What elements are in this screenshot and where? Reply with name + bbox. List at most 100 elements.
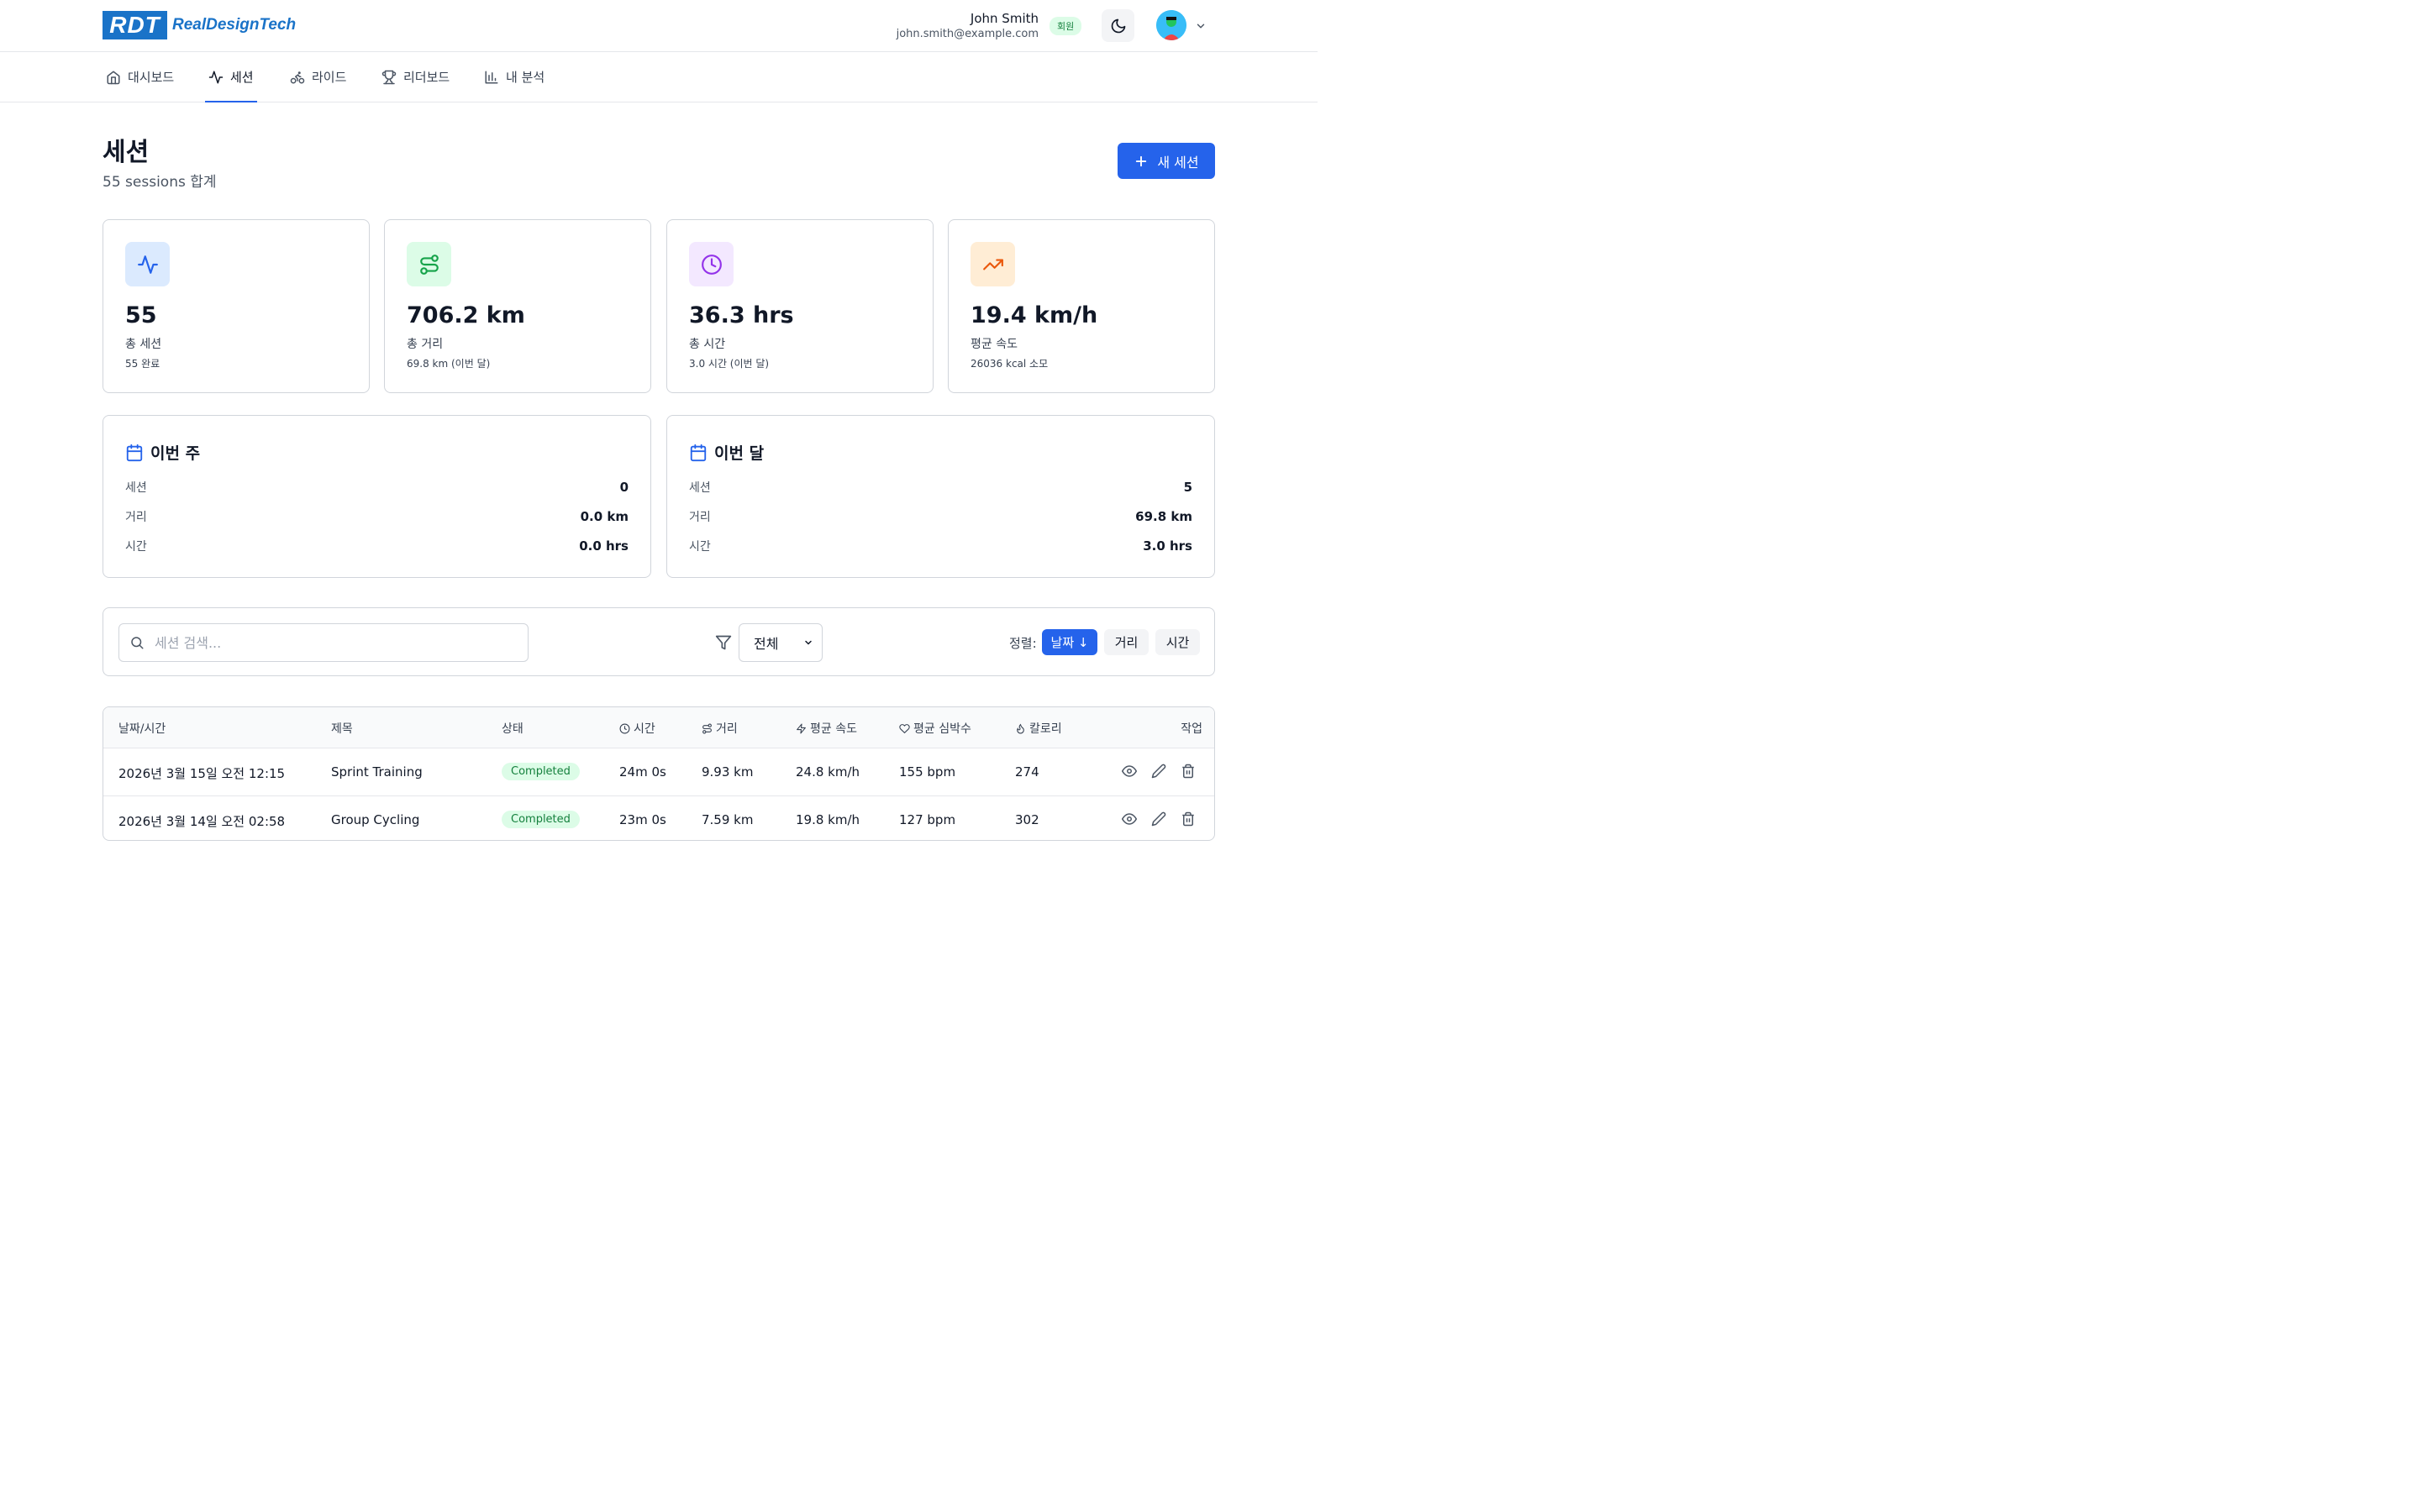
th-label: 평균 심박수 xyxy=(913,722,971,736)
table-row[interactable]: 2026년 3월 15일 오전 12:15 Sprint Training Co… xyxy=(103,748,1214,796)
stat-card-total-time: 36.3 hrs 총 시간 3.0 시간 (이번 달) xyxy=(666,219,934,393)
cell-avg-speed: 19.8 km/h xyxy=(796,812,860,827)
cell-avg-speed: 24.8 km/h xyxy=(796,764,860,780)
new-session-button[interactable]: 새 세션 xyxy=(1118,143,1215,179)
stat-label: 총 시간 xyxy=(689,338,726,351)
cell-time: 24m 0s xyxy=(619,764,666,780)
page-subtitle: 55 sessions 합계 xyxy=(103,174,217,191)
logo-mark: RDT xyxy=(103,11,167,39)
status-badge: Completed xyxy=(502,763,580,780)
stat-label: 총 세션 xyxy=(125,338,162,351)
app-header: RDT RealDesignTech John Smith john.smith… xyxy=(0,0,1318,52)
member-badge: 회원 xyxy=(1050,17,1082,35)
cell-distance: 9.93 km xyxy=(702,764,754,780)
th-label: 칼로리 xyxy=(1029,722,1062,736)
stat-icon-box xyxy=(971,242,1015,286)
row-key: 시간 xyxy=(125,540,147,554)
stat-value: 36.3 hrs xyxy=(689,302,794,328)
heart-icon xyxy=(899,723,910,733)
row-key: 세션 xyxy=(689,481,711,495)
new-session-label: 새 세션 xyxy=(1157,154,1199,171)
trash-icon[interactable] xyxy=(1181,811,1196,827)
week-row-sessions: 세션 0 xyxy=(125,479,629,496)
cell-calories: 274 xyxy=(1015,764,1039,780)
route-icon xyxy=(419,254,439,275)
row-value: 5 xyxy=(1183,480,1192,495)
nav-item-my-analytics[interactable]: 내 분석 xyxy=(484,52,544,102)
th-distance[interactable]: 거리 xyxy=(702,720,738,737)
stat-icon-box xyxy=(125,242,170,286)
nav-item-label: 라이드 xyxy=(312,70,347,85)
nav-item-rides[interactable]: 라이드 xyxy=(290,52,346,102)
sort-by-date-button[interactable]: 날짜 ↓ xyxy=(1042,629,1097,655)
sort-by-distance-button[interactable]: 거리 xyxy=(1104,629,1149,655)
search-box xyxy=(118,623,529,662)
avatar[interactable] xyxy=(1156,10,1186,40)
activity-icon xyxy=(137,255,158,274)
stat-sub: 55 완료 xyxy=(125,358,160,370)
filter-icon xyxy=(715,634,732,654)
moon-icon xyxy=(1111,18,1125,33)
th-label: 상태 xyxy=(502,722,523,736)
stat-card-total-sessions: 55 총 세션 55 완료 xyxy=(103,219,370,393)
theme-toggle-button[interactable] xyxy=(1102,9,1134,42)
this-week-card: 이번 주 세션 0 거리 0.0 km 시간 0.0 hrs xyxy=(103,415,651,578)
month-row-sessions: 세션 5 xyxy=(689,479,1192,496)
eye-icon[interactable] xyxy=(1122,764,1137,779)
user-email: john.smith@example.com xyxy=(896,28,1039,40)
month-row-time: 시간 3.0 hrs xyxy=(689,538,1192,554)
table-row[interactable]: 2026년 3월 14일 오전 02:58 Group Cycling Comp… xyxy=(103,796,1214,840)
chevron-down-icon xyxy=(805,640,812,645)
sort-label: 정렬: xyxy=(1009,636,1037,651)
th-title[interactable]: 제목 xyxy=(331,720,353,737)
stat-label: 평균 속도 xyxy=(971,338,1018,351)
status-filter-select[interactable]: 전체 xyxy=(739,623,823,662)
cell-avg-heart-rate: 155 bpm xyxy=(899,764,956,780)
calendar-icon xyxy=(126,444,143,461)
th-avg-heart-rate[interactable]: 평균 심박수 xyxy=(899,720,971,737)
main-nav: 대시보드 세션 라이드 리더보드 내 분석 xyxy=(0,52,1318,102)
th-time[interactable]: 시간 xyxy=(619,720,655,737)
stat-card-total-distance: 706.2 km 총 거리 69.8 km (이번 달) xyxy=(384,219,651,393)
this-month-card: 이번 달 세션 5 거리 69.8 km 시간 3.0 hrs xyxy=(666,415,1215,578)
status-badge: Completed xyxy=(502,811,580,828)
table-header: 날짜/시간 제목 상태 시간 거리 평균 속도 평균 심박수 칼로리 작업 xyxy=(103,707,1214,748)
brand-logo[interactable]: RDT RealDesignTech xyxy=(103,11,296,39)
account-menu-toggle[interactable] xyxy=(1195,19,1207,35)
user-info: John Smith john.smith@example.com xyxy=(897,10,1039,42)
trending-up-icon xyxy=(982,259,1003,270)
filter-bar: 전체 정렬: 날짜 ↓ 거리 시간 xyxy=(103,607,1215,676)
nav-item-leaderboard[interactable]: 리더보드 xyxy=(381,52,450,102)
sort-by-time-button[interactable]: 시간 xyxy=(1155,629,1200,655)
week-row-time: 시간 0.0 hrs xyxy=(125,538,629,554)
cell-date: 2026년 3월 14일 오전 02:58 xyxy=(118,814,286,829)
plus-icon xyxy=(1136,155,1147,166)
th-label: 작업 xyxy=(1181,722,1202,736)
edit-icon[interactable] xyxy=(1151,764,1166,779)
edit-icon[interactable] xyxy=(1151,811,1166,827)
stat-sub: 69.8 km (이번 달) xyxy=(407,358,491,370)
th-calories[interactable]: 칼로리 xyxy=(1015,720,1062,737)
flame-icon xyxy=(1017,723,1024,733)
home-icon xyxy=(107,71,120,84)
this-month-title: 이번 달 xyxy=(689,441,764,464)
cell-avg-heart-rate: 127 bpm xyxy=(899,812,956,827)
th-actions: 작업 xyxy=(1181,720,1202,737)
logo-text: RealDesignTech xyxy=(172,16,297,34)
nav-item-sessions[interactable]: 세션 xyxy=(205,52,257,102)
calendar-icon xyxy=(690,444,707,461)
row-key: 거리 xyxy=(125,511,147,524)
clock-icon xyxy=(701,254,722,275)
th-label: 거리 xyxy=(716,722,738,736)
stat-icon-box xyxy=(407,242,451,286)
chevron-down-icon xyxy=(1197,24,1205,29)
th-status[interactable]: 상태 xyxy=(502,720,523,737)
th-date[interactable]: 날짜/시간 xyxy=(118,720,166,737)
nav-item-dashboard[interactable]: 대시보드 xyxy=(106,52,174,102)
search-input[interactable] xyxy=(155,634,508,651)
nav-item-label: 대시보드 xyxy=(128,70,175,85)
trash-icon[interactable] xyxy=(1181,764,1196,779)
th-avg-speed[interactable]: 평균 속도 xyxy=(796,720,857,737)
eye-icon[interactable] xyxy=(1122,811,1137,827)
page-title: 세션 xyxy=(103,138,150,167)
